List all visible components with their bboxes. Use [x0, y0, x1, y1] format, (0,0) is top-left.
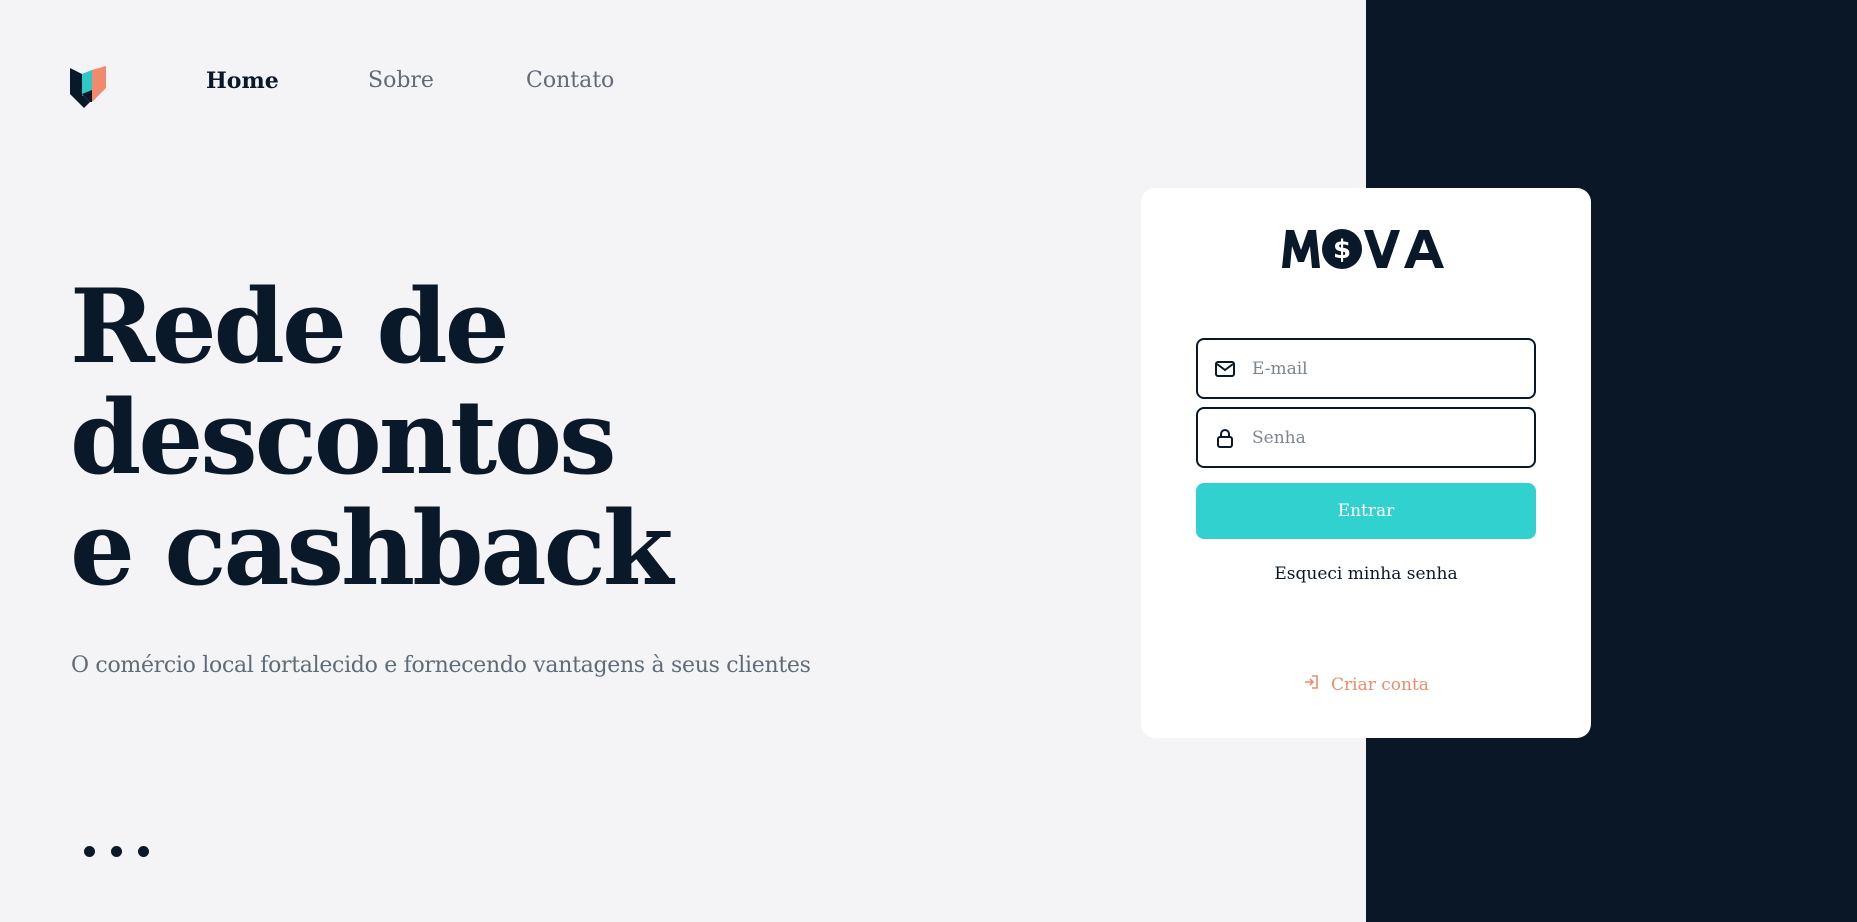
- svg-text:$: $: [1333, 235, 1351, 265]
- password-input[interactable]: [1250, 426, 1524, 449]
- logo-icon[interactable]: [70, 66, 108, 108]
- login-arrow-icon: [1303, 674, 1319, 695]
- hero-title: Rede de descontos e cashback: [70, 267, 673, 609]
- forgot-password-link[interactable]: Esqueci minha senha: [1141, 564, 1591, 584]
- login-submit-button[interactable]: Entrar: [1196, 483, 1536, 539]
- create-account-label: Criar conta: [1331, 674, 1429, 695]
- lock-icon: [1214, 427, 1236, 449]
- carousel-dots: [84, 846, 149, 857]
- email-field[interactable]: [1196, 338, 1536, 399]
- mova-brand-logo: $: [1141, 224, 1591, 276]
- email-input[interactable]: [1250, 357, 1524, 380]
- envelope-icon: [1214, 358, 1236, 380]
- login-card: $ Entrar Esqueci minha senha: [1141, 188, 1591, 738]
- create-account-link[interactable]: Criar conta: [1141, 674, 1591, 695]
- carousel-dot-3[interactable]: [138, 846, 149, 857]
- carousel-dot-2[interactable]: [111, 846, 122, 857]
- hero-subtitle: O comércio local fortalecido e fornecend…: [71, 653, 811, 678]
- nav-sobre-link[interactable]: Sobre: [368, 68, 434, 93]
- carousel-dot-1[interactable]: [84, 846, 95, 857]
- nav-home-link[interactable]: Home: [206, 68, 279, 94]
- hero-title-line-2: descontos: [70, 378, 617, 498]
- hero-title-line-3: e cashback: [70, 489, 673, 609]
- hero-title-line-1: Rede de: [70, 267, 510, 387]
- password-field[interactable]: [1196, 407, 1536, 468]
- nav-contato-link[interactable]: Contato: [526, 68, 614, 93]
